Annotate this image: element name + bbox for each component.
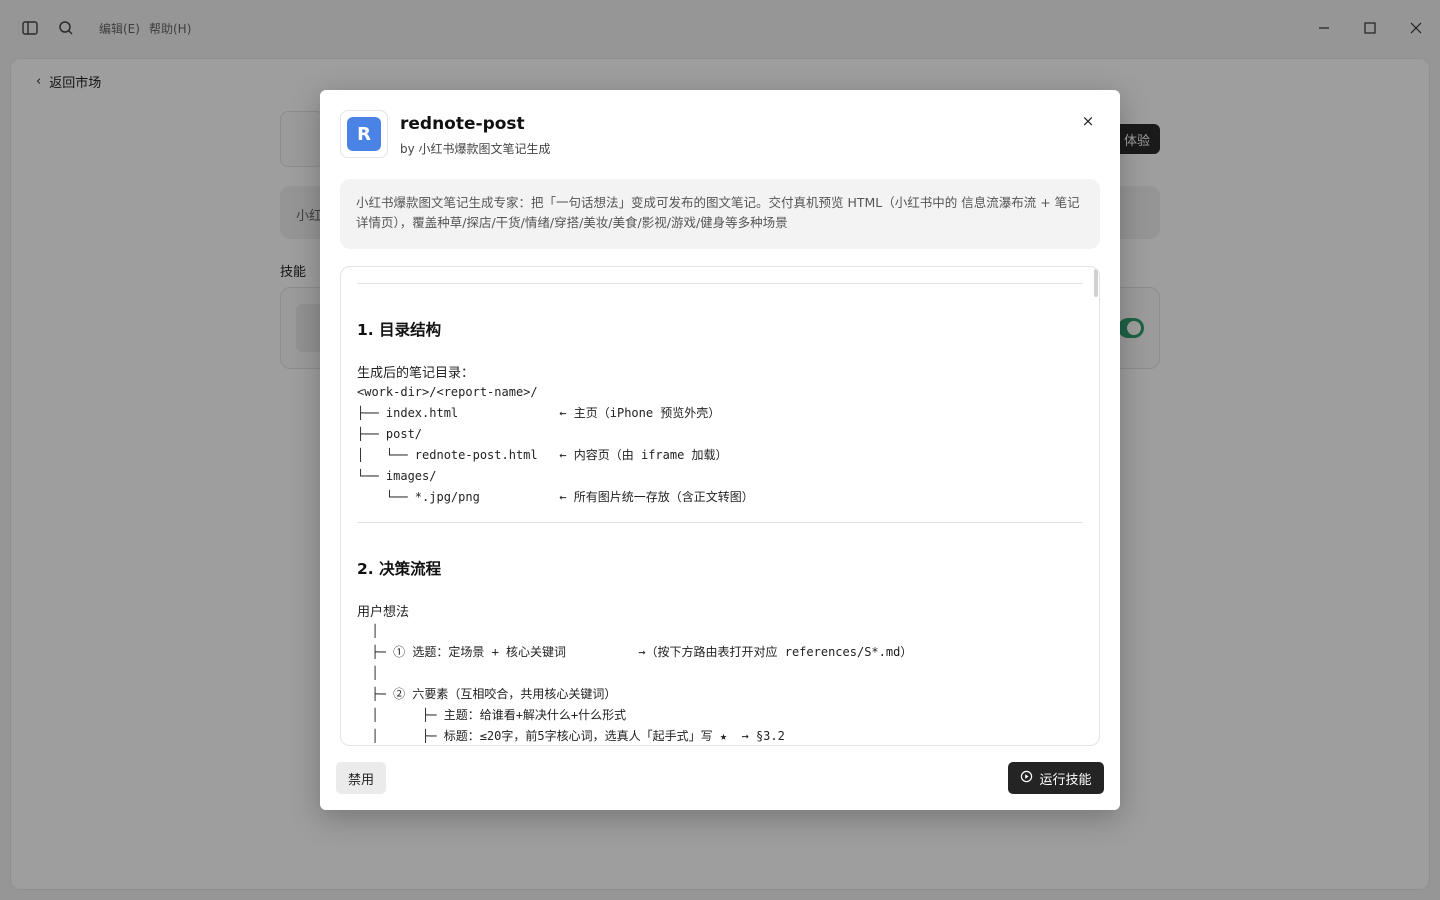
tree-line: └── images/ [357, 469, 437, 483]
skill-detail-modal: R rednote-post by 小红书爆款图文笔记生成 × 小红书爆款图文笔… [320, 90, 1120, 810]
run-skill-button[interactable]: 运行技能 [1008, 762, 1104, 794]
tree-line: ├── index.html ← 主页（iPhone 预览外壳） [357, 406, 721, 420]
tree-line: │ ├─ 标题：≤20字，前5字核心词，选真人「起手式」写 ★ → §3.2 [357, 729, 785, 743]
run-skill-label: 运行技能 [1039, 772, 1092, 788]
run-icon [1020, 770, 1033, 787]
tree-line: │ └── rednote-post.html ← 内容页（由 iframe 加… [357, 448, 728, 462]
skill-author: by 小红书爆款图文笔记生成 [400, 142, 551, 156]
tree-line: │ [357, 666, 379, 680]
content-body: 1. 目录结构 生成后的笔记目录： <work-dir>/<report-nam… [357, 283, 1083, 745]
tree-line: │ ├─ 主题：给谁看+解决什么+什么形式 [357, 708, 627, 722]
tree-line: │ [357, 624, 379, 638]
section-intro: 用户想法 [357, 605, 410, 620]
scrollbar-thumb[interactable] [1094, 269, 1098, 297]
skill-content-viewer[interactable]: 1. 目录结构 生成后的笔记目录： <work-dir>/<report-nam… [340, 266, 1100, 746]
modal-close-button[interactable]: × [1080, 112, 1096, 130]
tree-line: ├── post/ [357, 427, 423, 441]
skill-description: 小红书爆款图文笔记生成专家：把「一句话想法」变成可发布的图文笔记。交付真机预览 … [340, 179, 1100, 249]
decision-flow-tree: │ ├─ ① 选题：定场景 + 核心关键词 →（按下方路由表打开对应 refer… [357, 621, 1083, 745]
divider [357, 522, 1083, 523]
skill-name: rednote-post [400, 114, 525, 134]
tree-line: ├─ ① 选题：定场景 + 核心关键词 →（按下方路由表打开对应 referen… [357, 645, 913, 659]
directory-tree: <work-dir>/<report-name>/ ├── index.html … [357, 382, 1083, 508]
tree-line: <work-dir>/<report-name>/ [357, 385, 538, 399]
section-intro: 生成后的笔记目录： [357, 366, 475, 381]
tree-line: └── *.jpg/png ← 所有图片统一存放（含正文转图） [357, 490, 754, 504]
section-heading: 2. 决策流程 [357, 560, 442, 578]
avatar-frame: R [340, 110, 388, 158]
section-heading: 1. 目录结构 [357, 321, 442, 339]
avatar: R [347, 117, 381, 151]
divider [357, 283, 1083, 284]
disable-button[interactable]: 禁用 [336, 762, 386, 794]
tree-line: ├─ ② 六要素（互相咬合，共用核心关键词） [357, 687, 617, 701]
